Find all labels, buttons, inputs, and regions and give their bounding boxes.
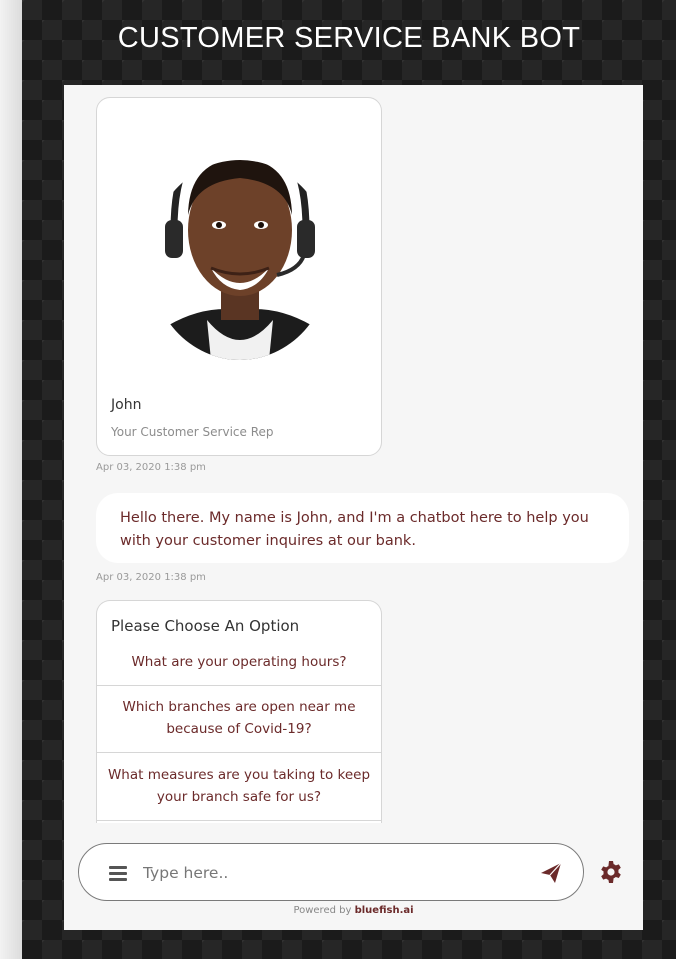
message-timestamp: Apr 03, 2020 1:38 pm	[96, 462, 206, 473]
option-divider	[97, 820, 381, 821]
options-title: Please Choose An Option	[111, 617, 300, 635]
agent-avatar	[149, 160, 331, 360]
agent-card: John Your Customer Service Rep	[96, 97, 382, 456]
chat-window: John Your Customer Service Rep Apr 03, 2…	[64, 85, 643, 930]
message-input[interactable]	[143, 858, 503, 888]
agent-role: Your Customer Service Rep	[111, 425, 274, 439]
option-operating-hours[interactable]: What are your operating hours?	[97, 651, 381, 673]
agent-name: John	[111, 397, 142, 413]
message-timestamp: Apr 03, 2020 1:38 pm	[96, 572, 206, 583]
gear-icon[interactable]	[599, 860, 623, 884]
option-safety-measures[interactable]: What measures are you taking to keep you…	[97, 764, 381, 808]
quick-reply-card: Please Choose An Option What are your op…	[96, 600, 382, 823]
menu-icon[interactable]	[109, 866, 127, 881]
option-divider	[97, 685, 381, 686]
brand-link[interactable]: bluefish.ai	[355, 905, 414, 916]
message-composer	[78, 843, 584, 901]
send-icon[interactable]	[539, 861, 563, 885]
message-list[interactable]: John Your Customer Service Rep Apr 03, 2…	[64, 85, 643, 823]
option-open-branches[interactable]: Which branches are open near me because …	[97, 696, 381, 740]
powered-by: Powered by bluefish.ai	[64, 905, 643, 916]
page-title: CUSTOMER SERVICE BANK BOT	[117, 22, 581, 54]
bot-message-bubble: Hello there. My name is John, and I'm a …	[96, 493, 629, 563]
powered-by-label: Powered by	[293, 905, 352, 916]
option-divider	[97, 752, 381, 753]
